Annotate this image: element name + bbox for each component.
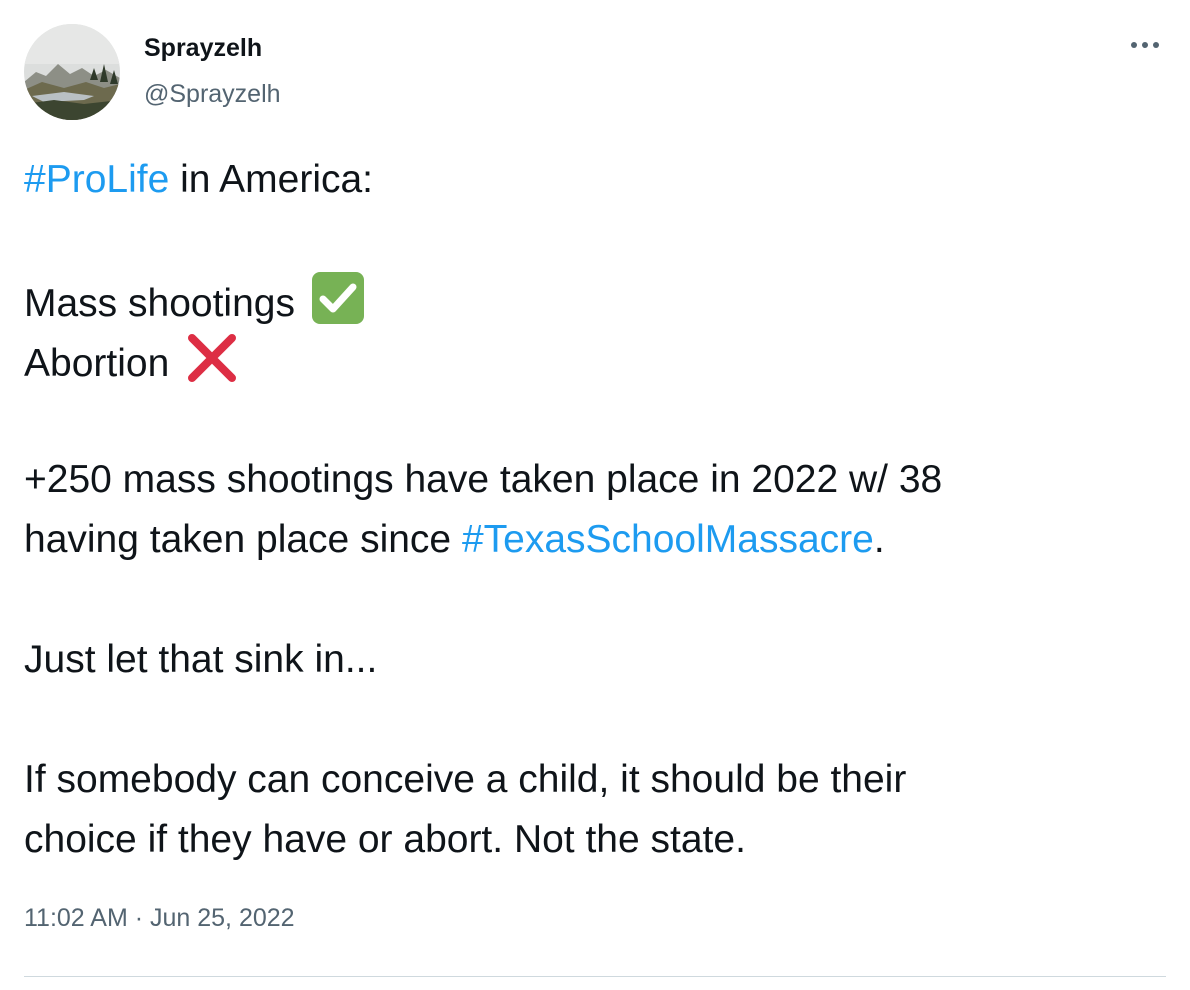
tweet-text: #ProLife in America: Mass shootings Abor…: [24, 150, 1154, 870]
tweet-text-segment: +250 mass shootings have taken place in …: [24, 458, 943, 501]
tweet-line: +250 mass shootings have taken place in …: [24, 450, 1154, 510]
tweet-text-segment: Abortion: [24, 342, 181, 385]
tweet-text-segment: Mass shootings: [24, 282, 306, 325]
tweet-timestamp: 11:02 AM · Jun 25, 2022: [24, 904, 295, 933]
tweet-line: Just let that sink in...: [24, 630, 1154, 690]
tweet-date-link[interactable]: Jun 25, 2022: [150, 904, 295, 932]
tweet-time-link[interactable]: 11:02 AM: [24, 904, 128, 932]
tweet-text-segment: in America:: [169, 158, 374, 201]
display-name[interactable]: Sprayzelh: [144, 34, 262, 63]
avatar[interactable]: [24, 24, 120, 120]
timestamp-separator: ·: [127, 904, 150, 932]
hashtag-texasschoolmassacre-link[interactable]: #TexasSchoolMassacre: [462, 518, 874, 561]
tweet-text-segment: Just let that sink in...: [24, 638, 378, 681]
hashtag-prolife-link[interactable]: #ProLife: [24, 158, 169, 201]
more-options-button[interactable]: [1124, 30, 1166, 60]
more-horizontal-icon: [1131, 42, 1159, 48]
landscape-avatar-image: [24, 24, 120, 120]
tweet-line: If somebody can conceive a child, it sho…: [24, 750, 1154, 810]
tweet-text-segment: having taken place since: [24, 518, 462, 561]
tweet-line: having taken place since #TexasSchoolMas…: [24, 510, 1154, 570]
tweet-line: Abortion: [24, 330, 1154, 390]
tweet-text-segment: If somebody can conceive a child, it sho…: [24, 758, 907, 801]
tweet-line: Mass shootings: [24, 270, 1154, 330]
cross-mark-emoji: [184, 330, 240, 386]
tweet-line: #ProLife in America:: [24, 150, 1154, 210]
tweet-text-segment: .: [873, 518, 885, 561]
tweet-text-segment: choice if they have or abort. Not the st…: [24, 818, 746, 861]
user-handle[interactable]: @Sprayzelh: [144, 80, 281, 109]
divider: [24, 976, 1166, 977]
tweet-line: choice if they have or abort. Not the st…: [24, 810, 1154, 870]
check-mark-button-emoji: [310, 270, 366, 326]
